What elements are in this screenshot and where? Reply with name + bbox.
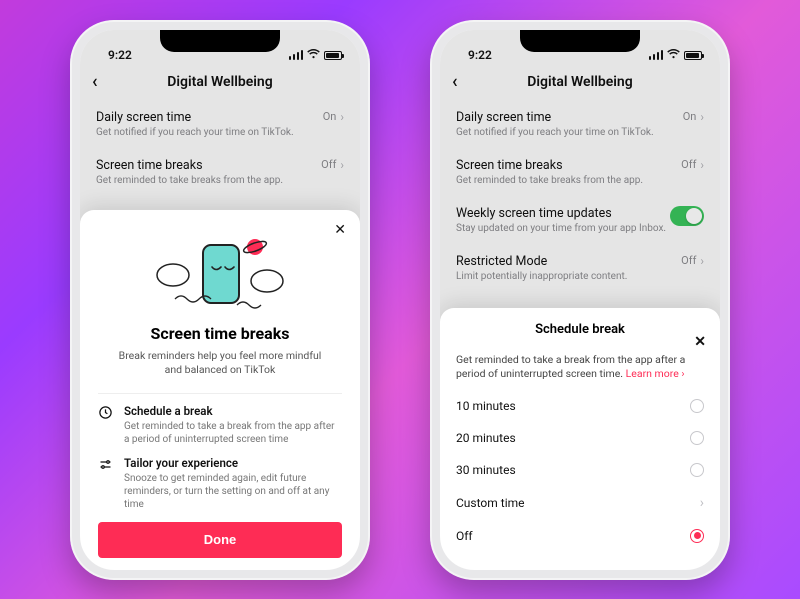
sheet-desc: Get reminded to take a break from the ap… bbox=[440, 347, 720, 390]
radio-unchecked-icon bbox=[690, 399, 704, 413]
radio-checked-icon bbox=[690, 529, 704, 543]
sleeping-phone-illustration bbox=[98, 230, 342, 316]
done-button[interactable]: Done bbox=[98, 522, 342, 558]
sliders-icon bbox=[98, 456, 114, 511]
option-label: 20 minutes bbox=[456, 431, 516, 445]
feature-title: Schedule a break bbox=[124, 404, 342, 418]
option-custom-time[interactable]: Custom time › bbox=[440, 486, 720, 520]
screen-right: 9:22 ‹ Digital Wellbeing Daily screen ti… bbox=[440, 30, 720, 570]
option-30-minutes[interactable]: 30 minutes bbox=[440, 454, 720, 486]
intro-sheet: ✕ Screen time breaks Break reminders hel… bbox=[80, 210, 360, 570]
notch bbox=[160, 30, 280, 52]
sheet-title: Schedule break ✕ bbox=[440, 322, 720, 347]
screen-left: 9:22 ‹ Digital Wellbeing Daily screen ti… bbox=[80, 30, 360, 570]
radio-unchecked-icon bbox=[690, 463, 704, 477]
option-10-minutes[interactable]: 10 minutes bbox=[440, 390, 720, 422]
feature-desc: Snooze to get reminded again, edit futur… bbox=[124, 472, 342, 511]
learn-more-link[interactable]: Learn more › bbox=[626, 367, 685, 380]
option-label: 10 minutes bbox=[456, 399, 516, 413]
feature-title: Tailor your experience bbox=[124, 456, 342, 470]
notch bbox=[520, 30, 640, 52]
feature-schedule: Schedule a break Get reminded to take a … bbox=[98, 404, 342, 446]
sheet-title-text: Schedule break bbox=[535, 322, 625, 337]
sheet-desc: Break reminders help you feel more mindf… bbox=[116, 349, 324, 377]
phone-right: 9:22 ‹ Digital Wellbeing Daily screen ti… bbox=[430, 20, 730, 580]
option-label: Off bbox=[456, 529, 473, 543]
clock-icon bbox=[98, 404, 114, 446]
option-label: Custom time bbox=[456, 496, 525, 510]
phone-left: 9:22 ‹ Digital Wellbeing Daily screen ti… bbox=[70, 20, 370, 580]
feature-desc: Get reminded to take a break from the ap… bbox=[124, 420, 342, 446]
chevron-right-icon: › bbox=[700, 495, 704, 511]
feature-tailor: Tailor your experience Snooze to get rem… bbox=[98, 456, 342, 511]
close-button[interactable]: ✕ bbox=[334, 222, 346, 238]
close-button[interactable]: ✕ bbox=[694, 334, 706, 350]
radio-unchecked-icon bbox=[690, 431, 704, 445]
option-label: 30 minutes bbox=[456, 463, 516, 477]
option-20-minutes[interactable]: 20 minutes bbox=[440, 422, 720, 454]
schedule-break-sheet: Schedule break ✕ Get reminded to take a … bbox=[440, 308, 720, 570]
sheet-title: Screen time breaks bbox=[98, 324, 342, 343]
divider bbox=[98, 393, 342, 394]
option-off[interactable]: Off bbox=[440, 520, 720, 552]
